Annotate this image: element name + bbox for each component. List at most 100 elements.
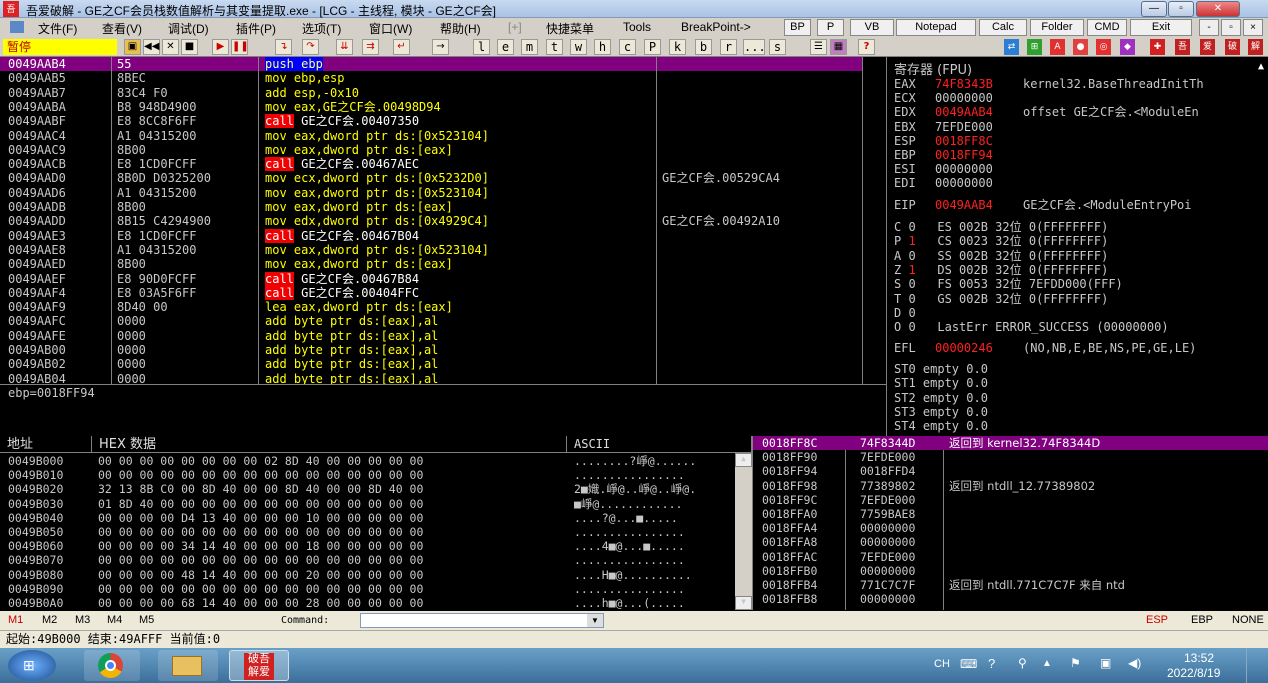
stop-icon[interactable]: ■ [181, 39, 198, 55]
register-value[interactable]: 0018FF94 [935, 148, 1023, 162]
ai-icon[interactable]: 爱 [1200, 39, 1215, 55]
disasm-row[interactable]: 0049AAEF E8 90D0FCFF call GE之CF会.00467B84 [0, 271, 862, 286]
disasm-row[interactable]: 0049AACB E8 1CD0FCFF call GE之CF会.00467AEC [0, 157, 862, 172]
open-icon[interactable]: ▣ [124, 39, 141, 55]
esp-toggle[interactable]: ESP [1146, 614, 1168, 626]
stack-row[interactable]: 0018FFB0 00000000 [753, 564, 1268, 578]
stack-row[interactable]: 0018FF9C 7EFDE000 [753, 493, 1268, 507]
register-row[interactable]: EAX 74F8343B kernel32.BaseThreadInitTh [894, 77, 1204, 91]
disasm-row[interactable]: 0049AADB 8B00 mov eax,dword ptr ds:[eax] [0, 200, 862, 214]
vb-button[interactable]: VB [850, 19, 894, 36]
register-value[interactable]: 00000000 [935, 91, 1023, 105]
fpu-row[interactable]: ST1 empty 0.0 [894, 376, 988, 390]
flag-row[interactable]: D 0 [894, 306, 930, 320]
goto-icon[interactable]: → [432, 39, 449, 55]
flag-row[interactable]: O 0 LastErr ERROR_SUCCESS (00000000) [894, 320, 1176, 334]
dump-header-ascii[interactable]: ASCII [567, 436, 752, 453]
menu-options[interactable]: 选项(T) [302, 20, 341, 37]
stack-row[interactable]: 0018FF8C 74F8344D 返回到 kernel32.74F8344D [753, 436, 1268, 451]
stack-row[interactable]: 0018FFB8 00000000 [753, 592, 1268, 606]
mdi-close-button[interactable]: × [1243, 19, 1263, 36]
disasm-row[interactable]: 0049AAD0 8B0D D0325200 mov ecx,dword ptr d… [0, 171, 862, 185]
menu-help[interactable]: 帮助(H) [440, 20, 481, 37]
stack-row[interactable]: 0018FF94 0018FFD4 [753, 464, 1268, 478]
command-dropdown-icon[interactable]: ▼ [587, 614, 603, 627]
register-row[interactable]: EDX 0049AAB4 offset GE之CF会.<ModuleEn [894, 105, 1199, 119]
disasm-row[interactable]: 0049AAE3 E8 1CD0FCFF call GE之CF会.00467B04 [0, 228, 862, 243]
mark-m5[interactable]: M5 [139, 614, 154, 626]
mark-m4[interactable]: M4 [107, 614, 122, 626]
dump-row[interactable]: 0049B0A0 00 00 00 00 68 14 40 00 00 00 28… [0, 596, 735, 610]
disasm-row[interactable]: 0049AAB4 55 push ebp [0, 57, 862, 72]
fpu-row[interactable]: ST0 empty 0.0 [894, 362, 988, 376]
record-icon[interactable]: ● [1073, 39, 1088, 55]
ebp-toggle[interactable]: EBP [1191, 614, 1213, 626]
run-icon[interactable]: ▶ [212, 39, 229, 55]
step-over-icon[interactable]: ↷ [302, 39, 319, 55]
dump-row[interactable]: 0049B030 01 8D 40 00 00 00 00 00 00 00 00… [0, 497, 735, 511]
register-row[interactable]: EIP 0049AAB4 GE之CF会.<ModuleEntryPoi [894, 198, 1192, 212]
mark-m1[interactable]: M1 [8, 614, 23, 626]
register-value[interactable]: 0049AAB4 [935, 198, 1023, 212]
register-value[interactable]: 0049AAB4 [935, 105, 1023, 119]
target-icon[interactable]: ◎ [1096, 39, 1111, 55]
menu-view[interactable]: 查看(V) [102, 20, 142, 37]
flag-row[interactable]: S 0 FS 0053 32位 7EFDD000(FFF) [894, 277, 1123, 291]
disassembly-pane[interactable]: 0049AAB4 55 push ebp 0049AAB5 8BEC mov ebp,es… [0, 57, 886, 386]
flag-bit[interactable]: 0 [901, 277, 930, 291]
stack-row[interactable]: 0018FFB4 771C7C7F 返回到 ntdll.771C7C7F 来自 nt… [753, 578, 1268, 592]
disasm-row[interactable]: 0049AAB5 8BEC mov ebp,esp [0, 71, 862, 85]
register-row[interactable]: EFL 00000246 (NO,NB,E,BE,NS,PE,GE,LE) [894, 341, 1196, 355]
cmd-button[interactable]: CMD [1087, 19, 1127, 36]
dump-row[interactable]: 0049B050 00 00 00 00 00 00 00 00 00 00 00… [0, 525, 735, 539]
register-value[interactable]: 00000000 [935, 162, 1023, 176]
disasm-row[interactable]: 0049AAF9 8D40 00 lea eax,dword ptr ds:[eax… [0, 300, 862, 314]
disasm-row[interactable]: 0049AAF4 E8 03A5F6FF call GE之CF会.00404FFC [0, 285, 862, 300]
mark-m2[interactable]: M2 [42, 614, 57, 626]
menu-debug[interactable]: 调试(D) [168, 20, 209, 37]
cpu-window-button[interactable]: c [619, 39, 636, 55]
flag-row[interactable]: T 0 GS 002B 32位 0(FFFFFFFF) [894, 292, 1108, 306]
register-value[interactable]: 7EFDE000 [935, 120, 1023, 134]
patches-window-button[interactable]: P [644, 39, 661, 55]
disassembly-scrollbar[interactable] [862, 57, 886, 384]
explorer-taskbar-item[interactable] [158, 650, 218, 681]
help-icon[interactable]: ? [858, 39, 875, 55]
disasm-row[interactable]: 0049AABF E8 8CC8F6FF call GE之CF会.00407350 [0, 114, 862, 129]
menu-breakpoint[interactable]: BreakPoint-> [681, 20, 751, 34]
log-window-button[interactable]: l [473, 39, 490, 55]
exit-button[interactable]: Exit [1130, 19, 1192, 36]
disasm-row[interactable]: 0049AB00 0000 add byte ptr ds:[eax],al [0, 343, 862, 357]
options-icon[interactable]: ▦ [830, 39, 847, 55]
disasm-row[interactable]: 0049AADD 8B15 C4294900 mov edx,dword ptr d… [0, 214, 862, 228]
disasm-row[interactable]: 0049AAFC 0000 add byte ptr ds:[eax],al [0, 314, 862, 328]
restore-button[interactable]: ▫ [1168, 1, 1194, 17]
menu-plugins[interactable]: 插件(P) [236, 20, 276, 37]
dump-row[interactable]: 0049B020 32 13 8B C0 00 8D 40 00 00 8D 40… [0, 482, 735, 496]
stack-row[interactable]: 0018FFA0 7759BAE8 [753, 507, 1268, 521]
clock-date[interactable]: 2022/8/19 [1167, 666, 1220, 680]
references-window-button[interactable]: r [720, 39, 737, 55]
flag-bit[interactable]: 0 [901, 292, 930, 306]
register-row[interactable]: ESI 00000000 [894, 162, 1023, 176]
keyboard-icon[interactable]: ⌨ [960, 657, 977, 671]
po-icon[interactable]: 破 [1225, 39, 1240, 55]
pause-icon[interactable]: ❚❚ [231, 39, 249, 55]
rewind-icon[interactable]: ◀◀ [143, 39, 160, 55]
stack-row[interactable]: 0018FF98 77389802 返回到 ntdll_12.77389802 [753, 479, 1268, 493]
dump-header-hex[interactable]: HEX 数据 [92, 436, 567, 453]
clock-time[interactable]: 13:52 [1184, 651, 1214, 665]
close-file-icon[interactable]: ✕ [162, 39, 179, 55]
fpu-row[interactable]: ST4 empty 0.0 [894, 419, 988, 433]
source-window-button[interactable]: s [769, 39, 786, 55]
disasm-row[interactable]: 0049AAED 8B00 mov eax,dword ptr ds:[eax] [0, 257, 862, 271]
mdi-minimize-button[interactable]: - [1199, 19, 1219, 36]
show-desktop-button[interactable] [1246, 648, 1268, 683]
register-value[interactable]: 00000246 [935, 341, 1023, 355]
disasm-row[interactable]: 0049AB02 0000 add byte ptr ds:[eax],al [0, 357, 862, 371]
menu-shortcut[interactable]: 快捷菜单 [546, 20, 594, 37]
threads-window-button[interactable]: t [546, 39, 563, 55]
jie-icon[interactable]: 解 [1248, 39, 1263, 55]
dump-row[interactable]: 0049B060 00 00 00 00 34 14 40 00 00 00 18… [0, 539, 735, 553]
trace-over-icon[interactable]: ⇉ [362, 39, 379, 55]
